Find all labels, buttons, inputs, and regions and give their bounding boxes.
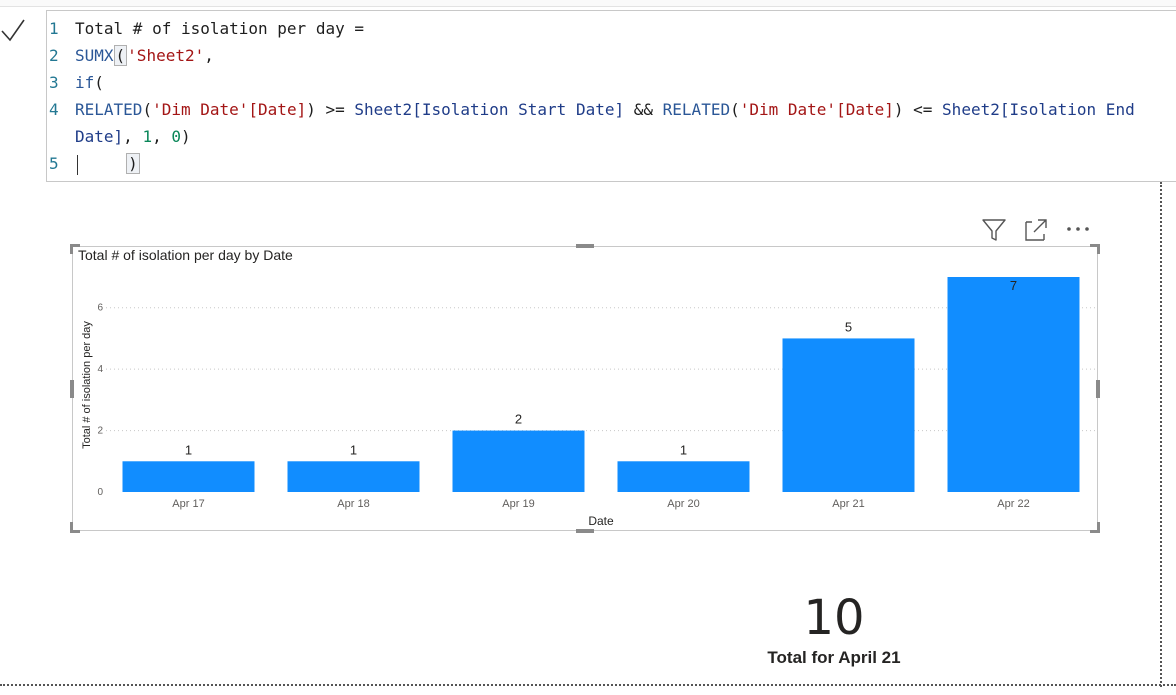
bar[interactable]: [452, 430, 585, 492]
y-axis-title: Total # of isolation per day: [81, 321, 93, 449]
data-label: 1: [185, 442, 192, 457]
y-tick-label: 6: [97, 303, 103, 314]
card-value: 10: [803, 590, 865, 646]
bar[interactable]: [617, 461, 750, 492]
card-label: Total for April 21: [767, 648, 901, 667]
resize-handle-bottom-left-v[interactable]: [70, 522, 73, 532]
bar[interactable]: [287, 461, 420, 492]
resize-handle-left[interactable]: [70, 380, 74, 398]
x-tick-label: Apr 17: [172, 498, 204, 510]
bar[interactable]: [122, 461, 255, 492]
bar[interactable]: [947, 277, 1080, 492]
resize-handle-bottom[interactable]: [576, 529, 594, 533]
data-label: 1: [680, 442, 687, 457]
y-tick-label: 0: [97, 487, 103, 498]
resize-handle-bottom-right-v[interactable]: [1097, 522, 1100, 532]
x-tick-label: Apr 19: [502, 498, 534, 510]
resize-handle-right[interactable]: [1096, 380, 1100, 398]
bar[interactable]: [782, 338, 915, 492]
bar-chart-svg: 0 2 4 6 1 Apr 17 1 Apr 18 2 Apr 19 1 Apr 20 5 Apr 21 7…: [81, 277, 1096, 528]
chart-title: Total # of isolation per day by Date: [78, 247, 293, 263]
data-label: 1: [350, 442, 357, 457]
y-tick-label: 2: [97, 426, 103, 437]
resize-handle-top-right-v[interactable]: [1097, 244, 1100, 254]
resize-handle-top-left-v[interactable]: [70, 244, 73, 254]
y-tick-label: 4: [97, 364, 103, 375]
x-axis-title: Date: [588, 514, 614, 528]
data-label: 7: [1010, 278, 1017, 293]
x-tick-label: Apr 18: [337, 498, 369, 510]
data-label: 5: [845, 319, 852, 334]
resize-handle-top[interactable]: [576, 244, 594, 248]
x-tick-label: Apr 21: [832, 498, 864, 510]
x-tick-label: Apr 22: [997, 498, 1029, 510]
x-tick-label: Apr 20: [667, 498, 699, 510]
data-label: 2: [515, 412, 522, 427]
